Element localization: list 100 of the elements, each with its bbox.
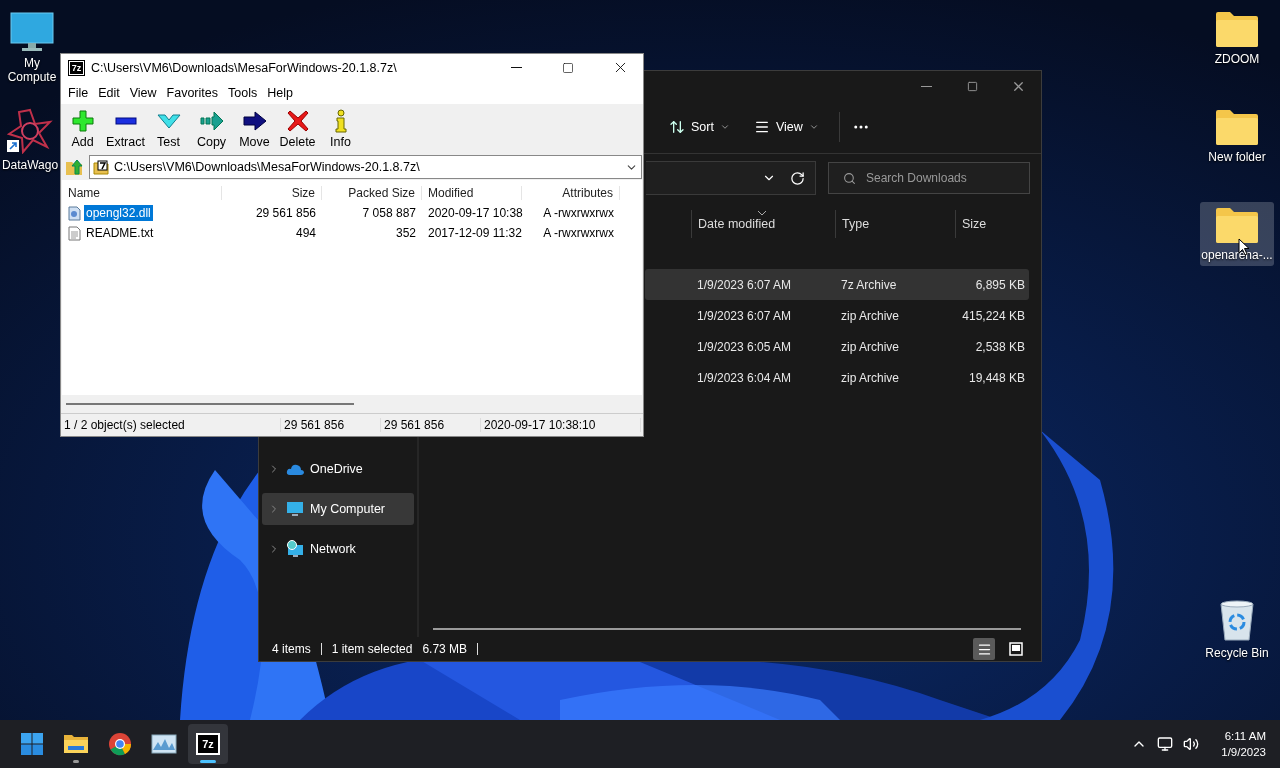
packed-size-cell-text: 352 [394,226,417,240]
file-row[interactable]: README.txt 494 352 2017-12-09 11:32 A -rwxrwxrwx [62,223,642,243]
status-text: 29 561 856 [281,418,381,432]
start-icon [20,732,44,756]
type-cell-text: 7z Archive [840,277,898,292]
toolbar-button[interactable]: Info [319,109,362,149]
folder-icon [1215,108,1259,146]
delete-icon [285,109,310,133]
desktop-shortcut[interactable]: My Compute [6,8,58,88]
file-row[interactable]: 1/9/2023 6:07 AM 7z Archive 6,895 KB [645,269,1029,300]
address-field[interactable] [646,161,816,195]
menu-item[interactable]: File [63,85,94,100]
view-button[interactable]: View [745,113,827,141]
menu-item[interactable]: Edit [93,85,125,100]
folder-icon [1215,10,1259,48]
size-cell-text: 6,895 KB [974,277,1026,292]
archive-icon [93,159,109,175]
sort-button[interactable]: Sort [661,113,738,141]
status-text: 2020-09-17 10:38:10 [481,418,641,432]
type-cell-text: zip Archive [840,339,901,354]
file-row[interactable]: 1/9/2023 6:05 AM zip Archive 2,538 KB [645,331,1029,362]
toolbar-button[interactable]: Add [61,109,104,149]
file-row[interactable]: 1/9/2023 6:04 AM zip Archive 19,448 KB [645,362,1029,393]
arrow-right-icon [199,109,224,133]
desktop-shortcut[interactable]: New folder [1200,104,1274,168]
scrollbar-thumb[interactable] [66,403,354,405]
monitor-icon [286,501,304,517]
column-header[interactable]: Size [955,210,1031,238]
menu-lines-icon [753,119,770,135]
size-cell-text: 415,224 KB [961,308,1026,323]
size-cell-text: 494 [294,226,317,240]
details-view-button[interactable] [973,638,995,660]
menu-item[interactable]: View [124,85,162,100]
chevron-down-icon [719,122,730,132]
column-header[interactable]: Attributes [522,186,620,200]
column-header[interactable]: Packed Size [322,186,422,200]
toolbar-button[interactable]: Move [233,109,276,149]
column-header[interactable]: Modified [422,186,522,200]
dll-file-icon [68,205,81,221]
arrow-right-icon [242,109,267,133]
file-row[interactable]: 1/9/2023 6:07 AM zip Archive 415,224 KB [645,300,1029,331]
window-title: C:\Users\VM6\Downloads\MesaForWindows-20.1.8.7z\ [91,60,398,75]
toolbar-button[interactable]: Test [147,109,190,149]
date-cell-text: 1/9/2023 6:04 AM [696,370,793,385]
minimize-icon [920,85,932,87]
star-shortcut-icon [7,108,53,154]
sort-icon [669,119,685,135]
toolbar-button[interactable]: Delete [276,109,319,149]
menu-item[interactable]: Tools [223,85,263,100]
clock[interactable]: 6:11 AM 1/9/2023 [1221,728,1266,760]
desktop-shortcut[interactable]: Recycle Bin [1200,594,1274,664]
packed-size-cell-text: 7 058 887 [361,206,417,220]
path-combobox[interactable]: C:\Users\VM6\Downloads\MesaForWindows-20.1.8.7z\ [89,155,642,179]
search-icon [843,171,856,185]
running-indicator [73,760,79,763]
date-cell-text: 1/9/2023 6:05 AM [696,339,793,354]
tile-icon [1009,642,1023,656]
scrollbar[interactable] [433,628,1021,630]
toolbar-button[interactable]: Extract [104,109,147,149]
app-icon: 7z [68,59,85,76]
volume-icon[interactable] [1183,736,1200,752]
status-text: 1 / 2 object(s) selected [61,418,281,432]
column-header[interactable]: Date modified [691,210,835,238]
file-name: opengl32.dll [84,205,153,221]
folder-up-icon[interactable] [65,158,85,176]
menu-item[interactable]: Favorites [161,85,223,100]
taskbar-app[interactable]: 7z [188,724,228,764]
desktop-shortcut[interactable]: ZDOOM [1200,6,1274,70]
type-cell-text: zip Archive [840,308,901,323]
folder-icon [63,733,89,755]
sort-caret-icon [758,211,766,216]
column-header[interactable]: Size [222,186,322,200]
selection-info: 1 item selected [331,642,413,656]
file-name: README.txt [85,225,155,241]
attributes-cell-text: A -rwxrwxrwx [542,206,615,220]
cloud-icon [286,463,304,475]
plus-icon [70,109,95,133]
minimize-icon [510,67,522,68]
item-count: 4 items [272,642,311,656]
modified-cell-text: 2017-12-09 11:32 [427,226,522,240]
modified-cell-text: 2020-09-17 10:38 [427,206,522,220]
column-header[interactable]: Type [835,210,955,238]
search-field[interactable]: Search Downloads [828,162,1030,194]
menu-item[interactable]: Help [262,85,298,100]
nav-item[interactable]: My Computer [262,493,414,525]
nav-item[interactable]: OneDrive [262,453,414,485]
folder-icon [1215,206,1259,244]
nav-item[interactable]: Network [262,533,414,565]
maximize-icon [966,80,978,92]
toolbar-button[interactable]: Copy [190,109,233,149]
file-row[interactable]: opengl32.dll 29 561 856 7 058 887 2020-09-17 10:38 A -rwxrwxrwx [62,203,642,223]
refresh-icon[interactable] [790,170,805,186]
column-header[interactable]: Name [62,186,222,200]
desktop-shortcut[interactable]: DataWago [0,104,60,176]
size-cell-text: 2,538 KB [974,339,1026,354]
chrome-icon [108,732,132,756]
date-cell-text: 1/9/2023 6:07 AM [696,308,793,323]
desktop-shortcut[interactable]: openarena-... [1200,202,1274,266]
sevenzip-icon: 7z [196,733,220,755]
size-cell-text: 19,448 KB [967,370,1026,385]
